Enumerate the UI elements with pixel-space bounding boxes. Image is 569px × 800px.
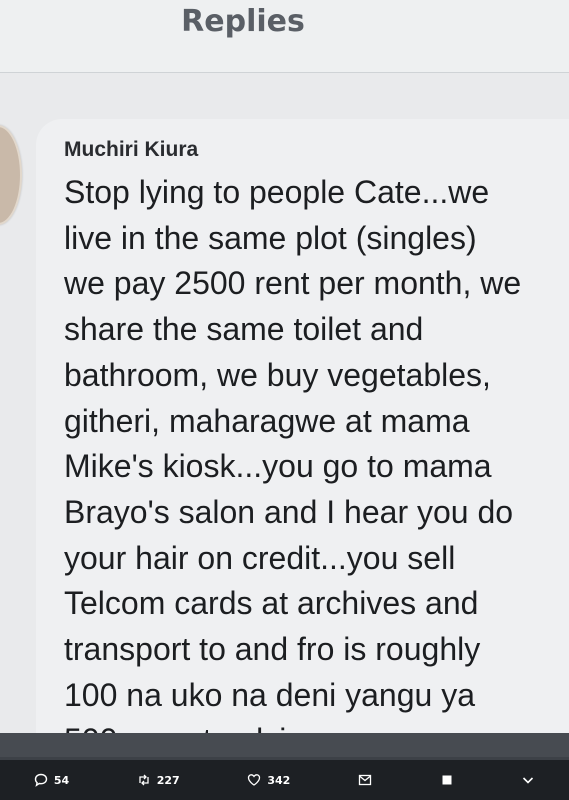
- comment-line: Stop lying to people Cate...we: [64, 174, 490, 210]
- comment-line: Telcom cards at archives and: [64, 585, 479, 622]
- retweet-icon: [139, 774, 149, 786]
- share-button[interactable]: [358, 773, 372, 787]
- square-icon: [442, 775, 452, 785]
- reply-icon: [34, 773, 48, 787]
- reply-count: 54: [53, 773, 70, 787]
- heart-icon: [248, 774, 261, 786]
- comment-line: 100 na uko na deni yangu ya: [64, 676, 475, 713]
- comment-line: Mike's kiosk...you go to mama: [64, 448, 492, 485]
- retweet-button[interactable]: 227: [137, 773, 180, 787]
- tweet-actions: 54 227 342: [0, 760, 569, 800]
- more-button[interactable]: [521, 773, 535, 787]
- comment-line: share the same toilet and: [64, 311, 424, 348]
- header: Replies: [0, 0, 569, 73]
- bottom-shade: [0, 733, 569, 757]
- mail-icon: [358, 774, 372, 786]
- reply-button[interactable]: 54: [34, 773, 69, 787]
- like-count: 342: [267, 773, 291, 787]
- avatar[interactable]: [0, 125, 22, 225]
- comment-line: githeri, maharagwe at mama: [64, 402, 470, 439]
- retweet-count: 227: [156, 773, 180, 787]
- like-button[interactable]: 342: [247, 773, 290, 787]
- comment-line: we pay 2500 rent per month, we: [64, 265, 522, 302]
- comment-author[interactable]: Muchiri Kiura: [64, 138, 198, 162]
- comment-text: Stop lying to people Cate...we live in t…: [64, 170, 564, 764]
- page-title: Replies: [181, 4, 305, 39]
- chevron-down-icon: [523, 777, 534, 784]
- stats-button[interactable]: [440, 773, 454, 787]
- comment-line: transport to and fro is roughly: [64, 631, 481, 668]
- comment-line: live in the same plot (singles): [64, 219, 477, 256]
- comment-line: Brayo's salon and I hear you do: [64, 493, 514, 530]
- comment-line: your hair on credit...you sell: [64, 539, 456, 576]
- comment-line: bathroom, we buy vegetables,: [64, 356, 491, 393]
